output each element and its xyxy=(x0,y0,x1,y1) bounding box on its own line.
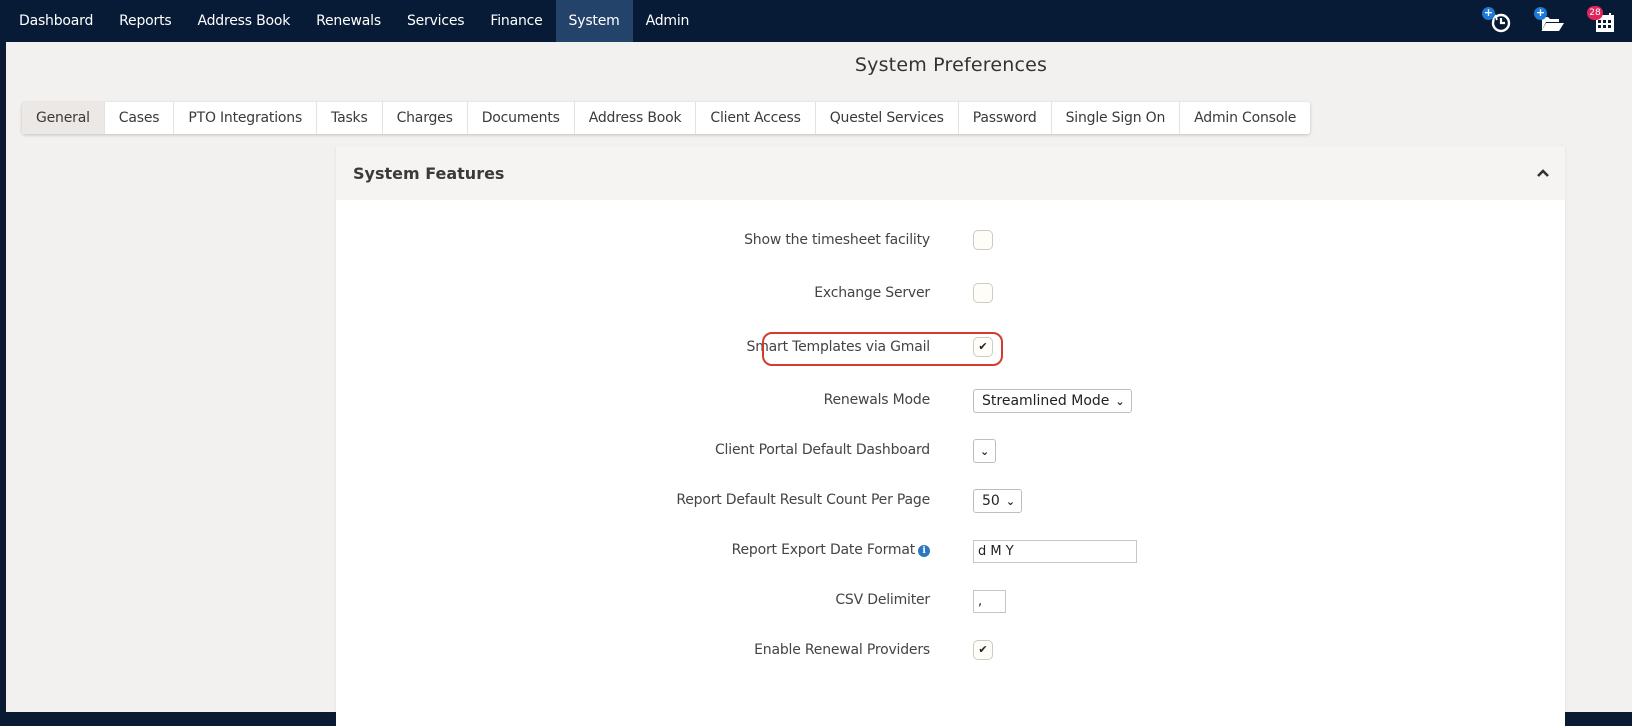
add-badge: + xyxy=(1534,6,1547,20)
nav-services[interactable]: Services xyxy=(394,0,477,42)
nav-system[interactable]: System xyxy=(555,0,633,48)
export-date-format-input[interactable]: d M Y xyxy=(973,540,1137,563)
exchange-server-checkbox[interactable] xyxy=(973,283,993,303)
renewals-mode-label: Renewals Mode xyxy=(823,392,931,408)
client-portal-dashboard-select[interactable]: ⌄ xyxy=(973,439,997,463)
nav-address-book[interactable]: Address Book xyxy=(184,0,303,42)
renewal-providers-checkbox[interactable]: ✔ xyxy=(973,640,993,660)
tab-single-sign-on[interactable]: Single Sign On xyxy=(1052,102,1181,134)
tab-cases[interactable]: Cases xyxy=(105,102,175,134)
tab-admin-console[interactable]: Admin Console xyxy=(1180,102,1310,134)
nav-dashboard[interactable]: Dashboard xyxy=(0,0,106,42)
add-badge: + xyxy=(1482,6,1495,20)
tab-pto-integrations[interactable]: PTO Integrations xyxy=(174,102,318,134)
tab-general[interactable]: General xyxy=(22,102,105,134)
timesheet-add-icon[interactable]: + xyxy=(1482,7,1514,35)
export-date-format-label: Report Export Date Format i xyxy=(732,542,930,558)
csv-delimiter-input[interactable]: , xyxy=(973,590,1006,613)
row-renewal-providers: Enable Renewal Providers ✔ xyxy=(336,636,1565,666)
content-area: System Preferences General Cases PTO Int… xyxy=(6,42,1632,726)
row-renewals-mode: Renewals Mode Streamlined Mode ⌄ xyxy=(336,386,1565,416)
csv-delimiter-label: CSV Delimiter xyxy=(835,592,930,608)
row-timesheet: Show the timesheet facility xyxy=(336,226,1565,256)
folder-add-icon[interactable]: + xyxy=(1534,7,1566,35)
row-smart-templates: Smart Templates via Gmail ✔ xyxy=(336,333,1565,363)
renewals-mode-select[interactable]: Streamlined Mode ⌄ xyxy=(973,389,1132,413)
timesheet-checkbox[interactable] xyxy=(973,230,993,250)
chevron-down-icon: ⌄ xyxy=(1005,494,1016,508)
timesheet-label: Show the timesheet facility xyxy=(744,232,930,248)
tab-client-access[interactable]: Client Access xyxy=(696,102,816,134)
nav-finance[interactable]: Finance xyxy=(477,0,555,42)
tab-questel-services[interactable]: Questel Services xyxy=(816,102,959,134)
system-features-panel: System Features Show the timesheet facil… xyxy=(336,146,1565,726)
renewal-providers-label: Enable Renewal Providers xyxy=(754,642,930,658)
row-client-portal-dashboard: Client Portal Default Dashboard ⌄ xyxy=(336,436,1565,466)
calendar-icon[interactable]: 28 xyxy=(1587,6,1618,35)
report-count-value: 50 xyxy=(982,493,1000,509)
tab-address-book[interactable]: Address Book xyxy=(575,102,697,134)
export-date-format-text: Report Export Date Format xyxy=(731,542,916,558)
chevron-down-icon: ⌄ xyxy=(980,444,990,458)
renewals-mode-value: Streamlined Mode xyxy=(982,393,1110,409)
smart-templates-checkbox[interactable]: ✔ xyxy=(973,337,993,357)
tab-documents[interactable]: Documents xyxy=(468,102,575,134)
row-export-date-format: Report Export Date Format i d M Y xyxy=(336,536,1565,566)
panel-header[interactable]: System Features xyxy=(336,146,1565,200)
nav-admin[interactable]: Admin xyxy=(633,0,703,42)
nav-icon-group: + + 28 xyxy=(1482,0,1632,42)
chevron-up-icon[interactable] xyxy=(1535,165,1551,181)
page-title: System Preferences xyxy=(854,54,1048,76)
exchange-server-label: Exchange Server xyxy=(814,285,930,301)
client-portal-dashboard-label: Client Portal Default Dashboard xyxy=(714,442,930,458)
tab-password[interactable]: Password xyxy=(959,102,1052,134)
row-exchange-server: Exchange Server xyxy=(336,279,1565,309)
smart-templates-label: Smart Templates via Gmail xyxy=(746,339,931,355)
nav-reports[interactable]: Reports xyxy=(106,0,184,42)
calendar-count-badge: 28 xyxy=(1587,6,1603,20)
chevron-down-icon: ⌄ xyxy=(1115,394,1125,408)
tab-tasks[interactable]: Tasks xyxy=(317,102,383,134)
info-icon[interactable]: i xyxy=(918,545,930,557)
nav-renewals[interactable]: Renewals xyxy=(303,0,394,42)
row-report-count: Report Default Result Count Per Page 50 … xyxy=(336,486,1565,516)
report-count-label: Report Default Result Count Per Page xyxy=(676,492,930,508)
top-navigation: Dashboard Reports Address Book Renewals … xyxy=(0,0,1632,48)
panel-title: System Features xyxy=(353,163,505,183)
row-csv-delimiter: CSV Delimiter , xyxy=(336,586,1565,616)
preference-tabs: General Cases PTO Integrations Tasks Cha… xyxy=(22,102,1311,134)
report-count-select[interactable]: 50 ⌄ xyxy=(973,489,1023,513)
tab-charges[interactable]: Charges xyxy=(383,102,468,134)
